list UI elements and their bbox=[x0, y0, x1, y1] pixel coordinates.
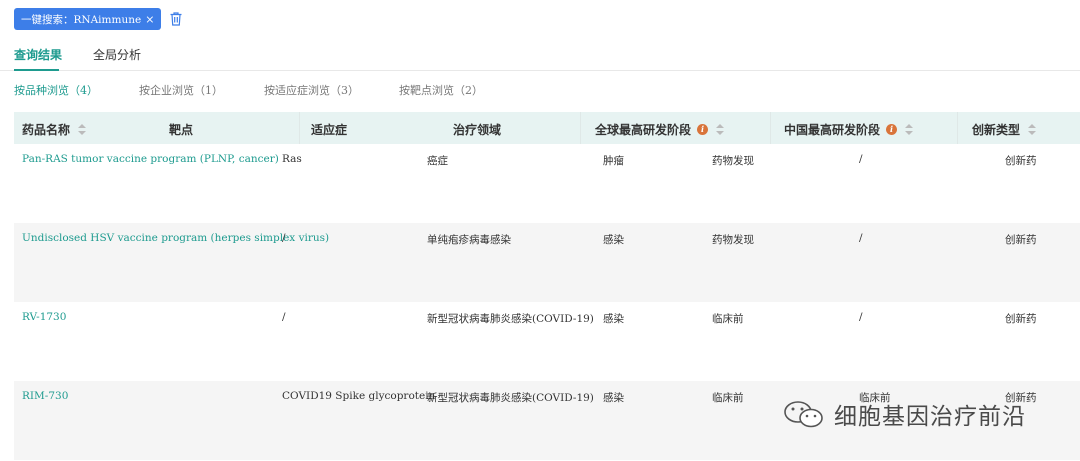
col-header-label: 靶点 bbox=[169, 123, 194, 137]
table-row: Pan-RAS tumor vaccine program (PLNP, can… bbox=[14, 144, 1080, 223]
innovation-type-cell: 创新药 bbox=[1005, 234, 1037, 246]
active-tab-indicator bbox=[14, 69, 59, 71]
col-header-label: 治疗领域 bbox=[453, 123, 502, 137]
innovation-type-cell: 创新药 bbox=[1005, 313, 1037, 325]
sort-icon[interactable] bbox=[716, 124, 725, 135]
col-header-label: 中国最高研发阶段 bbox=[784, 123, 881, 137]
col-header-indication: 适应症 bbox=[311, 121, 347, 138]
column-divider bbox=[770, 112, 771, 144]
wechat-icon bbox=[784, 401, 823, 428]
watermark: 细胞基因治疗前沿 bbox=[782, 397, 1026, 431]
china-phase-cell: / bbox=[859, 232, 863, 244]
watermark-text: 细胞基因治疗前沿 bbox=[834, 404, 1026, 430]
search-bar: 一键搜索：RNAimmune × bbox=[14, 8, 183, 30]
target-cell: / bbox=[282, 311, 286, 323]
therapy-area-cell: 感染 bbox=[603, 392, 624, 404]
search-chip-label: 一键搜索：RNAimmune bbox=[21, 13, 142, 26]
therapy-area-cell: 感染 bbox=[603, 234, 624, 246]
target-cell: Ras bbox=[282, 153, 302, 165]
col-header-target: 靶点 bbox=[169, 121, 193, 138]
drug-name-link[interactable]: RIM-730 bbox=[22, 390, 68, 402]
info-icon[interactable]: i bbox=[886, 124, 898, 135]
china-phase-cell: / bbox=[859, 153, 863, 165]
therapy-area-cell: 感染 bbox=[603, 313, 624, 325]
global-phase-cell: 药物发现 bbox=[712, 234, 754, 246]
col-header-innovation-type[interactable]: 创新类型 bbox=[972, 121, 1037, 138]
table-header: 药品名称 靶点 适应症 治疗领域 全球最高研发阶段 i 中国最高研发阶段 i 创… bbox=[14, 112, 1080, 144]
innovation-type-cell: 创新药 bbox=[1005, 155, 1037, 167]
search-chip[interactable]: 一键搜索：RNAimmune × bbox=[14, 8, 162, 30]
tab-query-results[interactable]: 查询结果 bbox=[14, 46, 62, 63]
table-row: RV-1730 / 新型冠状病毒肺炎感染(COVID-19) 感染 临床前 / … bbox=[14, 302, 1080, 381]
col-header-therapy-area: 治疗领域 bbox=[453, 121, 501, 138]
col-header-label: 全球最高研发阶段 bbox=[595, 123, 692, 137]
col-header-china-phase[interactable]: 中国最高研发阶段 i bbox=[784, 121, 914, 138]
column-divider bbox=[580, 112, 581, 144]
browse-subtabs: 按品种浏览（4） 按企业浏览（1） 按适应症浏览（3） 按靶点浏览（2） bbox=[0, 82, 1080, 98]
indication-cell: 新型冠状病毒肺炎感染(COVID-19) bbox=[427, 313, 594, 325]
subtab-by-company[interactable]: 按企业浏览（1） bbox=[139, 82, 223, 98]
sort-icon[interactable] bbox=[905, 124, 914, 135]
col-header-label: 适应症 bbox=[311, 123, 348, 137]
global-phase-cell: 临床前 bbox=[712, 313, 744, 325]
global-phase-cell: 临床前 bbox=[712, 392, 744, 404]
target-cell: / bbox=[282, 232, 286, 244]
trash-icon[interactable] bbox=[169, 11, 183, 27]
drug-name-link[interactable]: RV-1730 bbox=[22, 311, 66, 323]
indication-cell: 新型冠状病毒肺炎感染(COVID-19) bbox=[427, 392, 594, 404]
target-cell: COVID19 Spike glycoprotein bbox=[282, 390, 436, 402]
sort-icon[interactable] bbox=[1028, 124, 1037, 135]
column-divider bbox=[957, 112, 958, 144]
col-header-label: 药品名称 bbox=[22, 123, 71, 137]
tab-global-analysis[interactable]: 全局分析 bbox=[93, 46, 141, 63]
drug-name-link[interactable]: Pan-RAS tumor vaccine program (PLNP, can… bbox=[22, 153, 279, 165]
global-phase-cell: 药物发现 bbox=[712, 155, 754, 167]
therapy-area-cell: 肿瘤 bbox=[603, 155, 624, 167]
column-divider bbox=[299, 112, 300, 144]
result-tabs: 查询结果 全局分析 bbox=[0, 38, 1080, 71]
col-header-label: 创新类型 bbox=[972, 123, 1021, 137]
subtab-by-indication[interactable]: 按适应症浏览（3） bbox=[264, 82, 359, 98]
china-phase-cell: / bbox=[859, 311, 863, 323]
col-header-global-phase[interactable]: 全球最高研发阶段 i bbox=[595, 121, 725, 138]
subtab-by-target[interactable]: 按靶点浏览（2） bbox=[399, 82, 483, 98]
indication-cell: 癌症 bbox=[427, 155, 448, 167]
info-icon[interactable]: i bbox=[697, 124, 709, 135]
col-header-drug-name[interactable]: 药品名称 bbox=[22, 121, 87, 138]
sort-icon[interactable] bbox=[78, 124, 87, 135]
table-row: Undisclosed HSV vaccine program (herpes … bbox=[14, 223, 1080, 302]
indication-cell: 单纯疱疹病毒感染 bbox=[427, 234, 511, 246]
close-icon[interactable]: × bbox=[145, 13, 154, 26]
subtab-by-drug[interactable]: 按品种浏览（4） bbox=[14, 82, 98, 98]
